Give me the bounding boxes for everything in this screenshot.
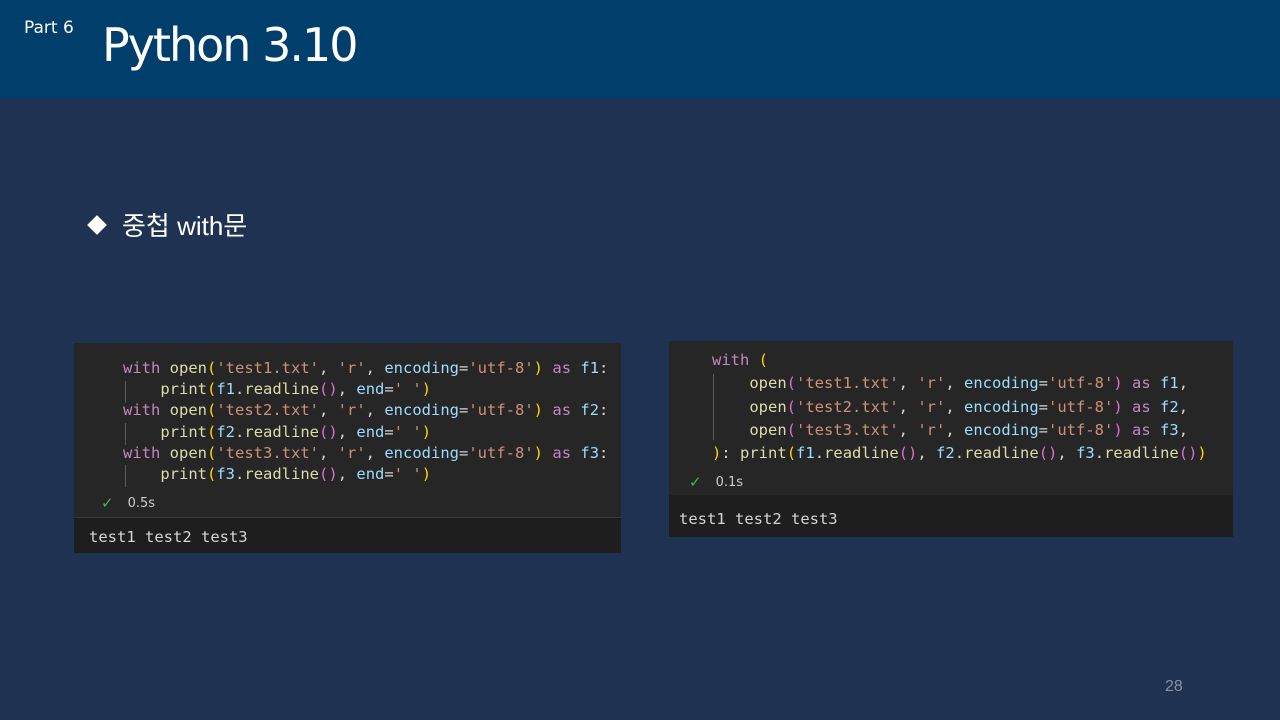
code-line: with open('test3.txt', 'r', encoding='ut… <box>123 443 609 462</box>
diamond-icon <box>87 214 107 235</box>
code-line: open('test1.txt', 'r', encoding='utf-8')… <box>749 374 1189 393</box>
notebook-cell-right: with ( open('test1.txt', 'r', encoding='… <box>669 341 1233 537</box>
execution-status: ✓ 0.5s <box>101 494 155 512</box>
slide-title: Python 3.10 <box>102 18 358 72</box>
code-line: with open('test2.txt', 'r', encoding='ut… <box>123 401 609 420</box>
bullet-text: 중첩 with문 <box>122 211 248 241</box>
cell-output: test1 test2 test3 <box>89 528 248 546</box>
code-line: ): print(f1.readline(), f2.readline(), f… <box>712 444 1207 463</box>
page-number: 28 <box>1165 678 1183 695</box>
code-cell[interactable]: with open('test1.txt', 'r', encoding='ut… <box>74 343 621 518</box>
code-line: with open('test1.txt', 'r', encoding='ut… <box>123 359 609 377</box>
notebook-cell-left: with open('test1.txt', 'r', encoding='ut… <box>74 343 621 553</box>
execution-time: 0.5s <box>127 495 156 511</box>
code-line: with ( <box>712 351 769 369</box>
code-line: open('test3.txt', 'r', encoding='utf-8')… <box>749 420 1189 439</box>
check-icon: ✓ <box>689 473 702 491</box>
part-label: Part 6 <box>24 18 74 38</box>
slide-header: Part 6 Python 3.10 <box>0 0 1280 98</box>
code-block[interactable]: with ( open('test1.txt', 'r', encoding='… <box>712 349 1233 465</box>
execution-status: ✓ 0.1s <box>689 473 743 491</box>
code-block[interactable]: with open('test1.txt', 'r', encoding='ut… <box>123 358 621 485</box>
execution-time: 0.1s <box>715 474 744 490</box>
code-line: print(f1.readline(), end=' ') <box>160 380 432 399</box>
code-line: print(f2.readline(), end=' ') <box>160 422 432 441</box>
bullet-item: 중첩 with문 <box>86 206 247 243</box>
code-cell[interactable]: with ( open('test1.txt', 'r', encoding='… <box>669 341 1233 495</box>
check-icon: ✓ <box>101 494 114 512</box>
code-line: print(f3.readline(), end=' ') <box>160 464 432 483</box>
code-line: open('test2.txt', 'r', encoding='utf-8')… <box>749 397 1189 416</box>
cell-output: test1 test2 test3 <box>679 510 838 528</box>
